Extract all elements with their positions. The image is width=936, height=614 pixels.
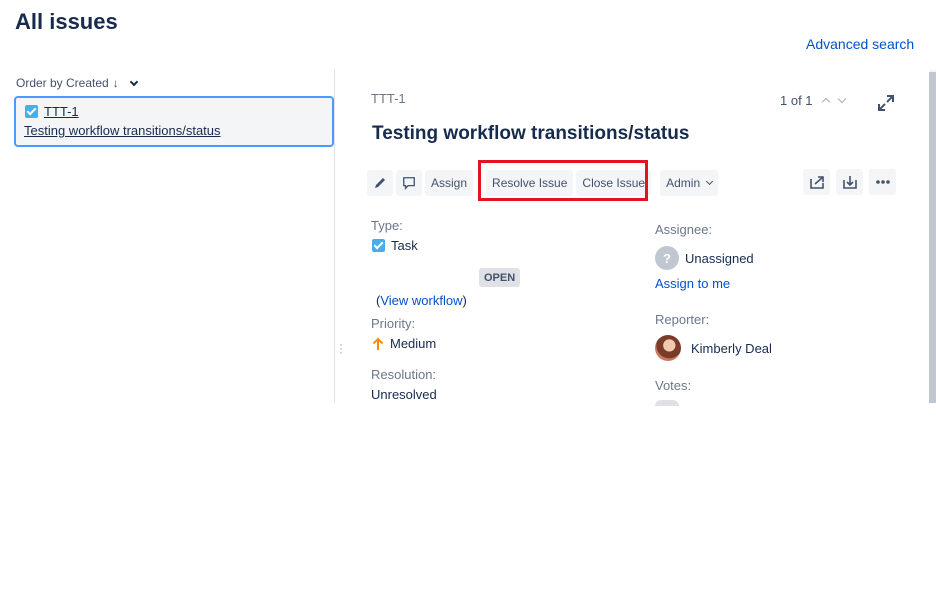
view-workflow: (View workflow) bbox=[376, 293, 467, 308]
unassigned-avatar: ? bbox=[655, 246, 679, 270]
chevron-down-icon bbox=[706, 177, 714, 185]
pager-text: 1 of 1 bbox=[780, 93, 813, 108]
vote-avatar bbox=[655, 400, 679, 406]
assignee-value: ? Unassigned bbox=[655, 246, 754, 270]
edit-button[interactable] bbox=[367, 169, 393, 196]
reporter-name: Kimberly Deal bbox=[691, 340, 772, 356]
sort-down-icon[interactable]: ↓ bbox=[113, 76, 119, 90]
task-type-icon bbox=[25, 105, 38, 118]
issue-list-item[interactable]: TTT-1 Testing workflow transitions/statu… bbox=[14, 96, 334, 147]
issue-title: Testing workflow transitions/status bbox=[372, 123, 690, 144]
assignee-name: Unassigned bbox=[685, 250, 754, 266]
more-icon bbox=[875, 180, 890, 184]
resize-handle[interactable]: · · · bbox=[339, 338, 343, 358]
page-title: All issues bbox=[15, 9, 118, 34]
assign-to-me-link[interactable]: Assign to me bbox=[655, 276, 730, 291]
share-icon bbox=[809, 176, 824, 189]
view-workflow-link[interactable]: View workflow bbox=[380, 293, 462, 308]
edit-icon bbox=[375, 177, 385, 188]
comment-icon bbox=[403, 176, 415, 190]
avatar bbox=[655, 335, 681, 361]
previous-issue-icon[interactable] bbox=[821, 97, 830, 107]
order-by-control[interactable]: Order by Created ↓ bbox=[16, 76, 138, 90]
pager: 1 of 1 bbox=[780, 93, 846, 108]
expand-icon[interactable] bbox=[877, 94, 895, 112]
type-value: Task bbox=[372, 238, 418, 253]
order-by-label: Order by Created bbox=[16, 76, 109, 90]
detail-issue-key: TTT-1 bbox=[371, 91, 406, 106]
issue-summary-link[interactable]: Testing workflow transitions/status bbox=[24, 123, 328, 138]
comment-button[interactable] bbox=[396, 169, 422, 196]
scrollbar-thumb[interactable] bbox=[929, 72, 936, 403]
reporter-label: Reporter: bbox=[655, 312, 710, 327]
admin-label: Admin bbox=[666, 175, 701, 190]
right-toolbar bbox=[803, 169, 896, 195]
reporter-value: Kimberly Deal bbox=[655, 335, 772, 361]
next-issue-icon[interactable] bbox=[837, 94, 846, 104]
admin-dropdown[interactable]: Admin bbox=[660, 169, 719, 196]
priority-value: Medium bbox=[372, 336, 436, 351]
chevron-down-icon[interactable] bbox=[129, 77, 138, 86]
resolve-issue-button[interactable]: Resolve Issue bbox=[486, 169, 574, 196]
issue-toolbar: Assign Resolve Issue Close Issue Admin bbox=[367, 169, 721, 196]
resolution-value: Unresolved bbox=[371, 387, 437, 402]
issue-key-link[interactable]: TTT-1 bbox=[44, 104, 79, 119]
advanced-search-link[interactable]: Advanced search bbox=[806, 36, 914, 52]
resolution-label: Resolution: bbox=[371, 367, 437, 382]
priority-medium-icon bbox=[372, 337, 384, 350]
more-actions-button[interactable] bbox=[869, 169, 896, 195]
priority-label: Priority: bbox=[371, 316, 416, 331]
panel-divider bbox=[334, 70, 335, 403]
assign-button[interactable]: Assign bbox=[425, 169, 474, 196]
share-button[interactable] bbox=[803, 169, 830, 195]
assignee-label: Assignee: bbox=[655, 222, 713, 237]
export-icon bbox=[842, 176, 857, 189]
priority-value-text: Medium bbox=[390, 336, 437, 351]
close-issue-button[interactable]: Close Issue bbox=[576, 169, 652, 196]
status-lozenge: OPEN bbox=[479, 268, 521, 287]
type-label: Type: bbox=[371, 218, 403, 233]
workflow-paren-close: ) bbox=[462, 293, 467, 308]
votes-label: Votes: bbox=[655, 378, 692, 393]
export-button[interactable] bbox=[836, 169, 863, 195]
type-value-text: Task bbox=[391, 238, 418, 253]
task-type-icon bbox=[372, 239, 385, 252]
